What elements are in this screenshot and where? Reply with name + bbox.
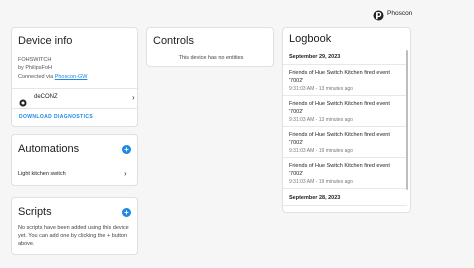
log-entry[interactable]: Friends of Hue Switch Kitchen fired even…	[283, 127, 407, 158]
chevron-right-icon: ›	[132, 93, 135, 102]
log-entry-time: 9:31:03 AM - 19 minutes ago	[289, 148, 353, 154]
log-entry[interactable]: Friends of Hue Switch Kitchen fired even…	[283, 96, 407, 127]
log-entry[interactable]: Friends of Hue Switch Kitchen fired even…	[283, 65, 407, 96]
connected-via-label: Connected via	[18, 74, 54, 80]
controls-title: Controls	[153, 35, 194, 47]
log-entry[interactable]: Friends of Hue Switch Kitchen fired even…	[283, 158, 407, 189]
log-entry-time: 9:31:03 AM - 13 minutes ago	[289, 86, 353, 92]
log-entry-time: 9:31:03 AM - 19 minutes ago	[289, 179, 353, 185]
integration-label: deCONZ	[34, 94, 58, 100]
logbook-scrollbar[interactable]	[406, 50, 408, 190]
log-entry-text: Friends of Hue Switch Kitchen fired even…	[289, 163, 390, 177]
log-entry-text: Friends of Hue Switch Kitchen fired even…	[289, 70, 390, 84]
automations-title: Automations	[18, 143, 80, 155]
scripts-title: Scripts	[18, 206, 52, 218]
divider	[12, 108, 139, 109]
logbook-card: Logbook September 29, 2023 Friends of Hu…	[282, 27, 411, 213]
add-automation-button[interactable]: +	[122, 145, 131, 154]
chevron-right-icon[interactable]: ›	[124, 170, 127, 178]
brand: Phoscon	[373, 8, 413, 21]
scripts-card: Scripts + No scripts have been added usi…	[11, 197, 138, 255]
deconz-icon	[19, 94, 27, 107]
download-diagnostics-button[interactable]: DOWNLOAD DIAGNOSTICS	[19, 114, 93, 120]
device-manufacturer: by PhilipsFoH	[18, 65, 52, 71]
device-info-card: Device info FOHSWITCH by PhilipsFoH Conn…	[11, 27, 139, 127]
gateway-link[interactable]: Phoscon-GW	[55, 74, 88, 80]
controls-card: Controls This device has no entities	[146, 27, 274, 67]
integration-row-deconz[interactable]: deCONZ ›	[12, 90, 139, 107]
phoscon-logo-icon	[373, 8, 384, 21]
scripts-empty-message: No scripts have been added using this de…	[18, 225, 129, 247]
log-date-header: September 29, 2023	[283, 48, 407, 65]
log-entry-time: 9:31:03 AM - 13 minutes ago	[289, 117, 353, 123]
log-date-header: September 28, 2023	[283, 189, 407, 206]
log-entry-text: Friends of Hue Switch Kitchen fired even…	[289, 132, 390, 146]
device-info-title: Device info	[18, 35, 73, 47]
automation-item[interactable]: Light kitchen switch	[18, 171, 66, 177]
connected-via: Connected via Phoscon-GW	[18, 74, 87, 80]
divider	[12, 88, 139, 89]
automations-card: Automations + Light kitchen switch ›	[11, 134, 138, 186]
brand-name: Phoscon	[387, 10, 413, 17]
device-model: FOHSWITCH	[18, 57, 52, 63]
log-entry-text: Friends of Hue Switch Kitchen fired even…	[289, 101, 390, 115]
logbook-title: Logbook	[289, 33, 332, 45]
add-script-button[interactable]: +	[122, 208, 131, 217]
controls-empty-message: This device has no entities	[178, 55, 244, 61]
logbook-list[interactable]: September 29, 2023 Friends of Hue Switch…	[283, 48, 407, 212]
